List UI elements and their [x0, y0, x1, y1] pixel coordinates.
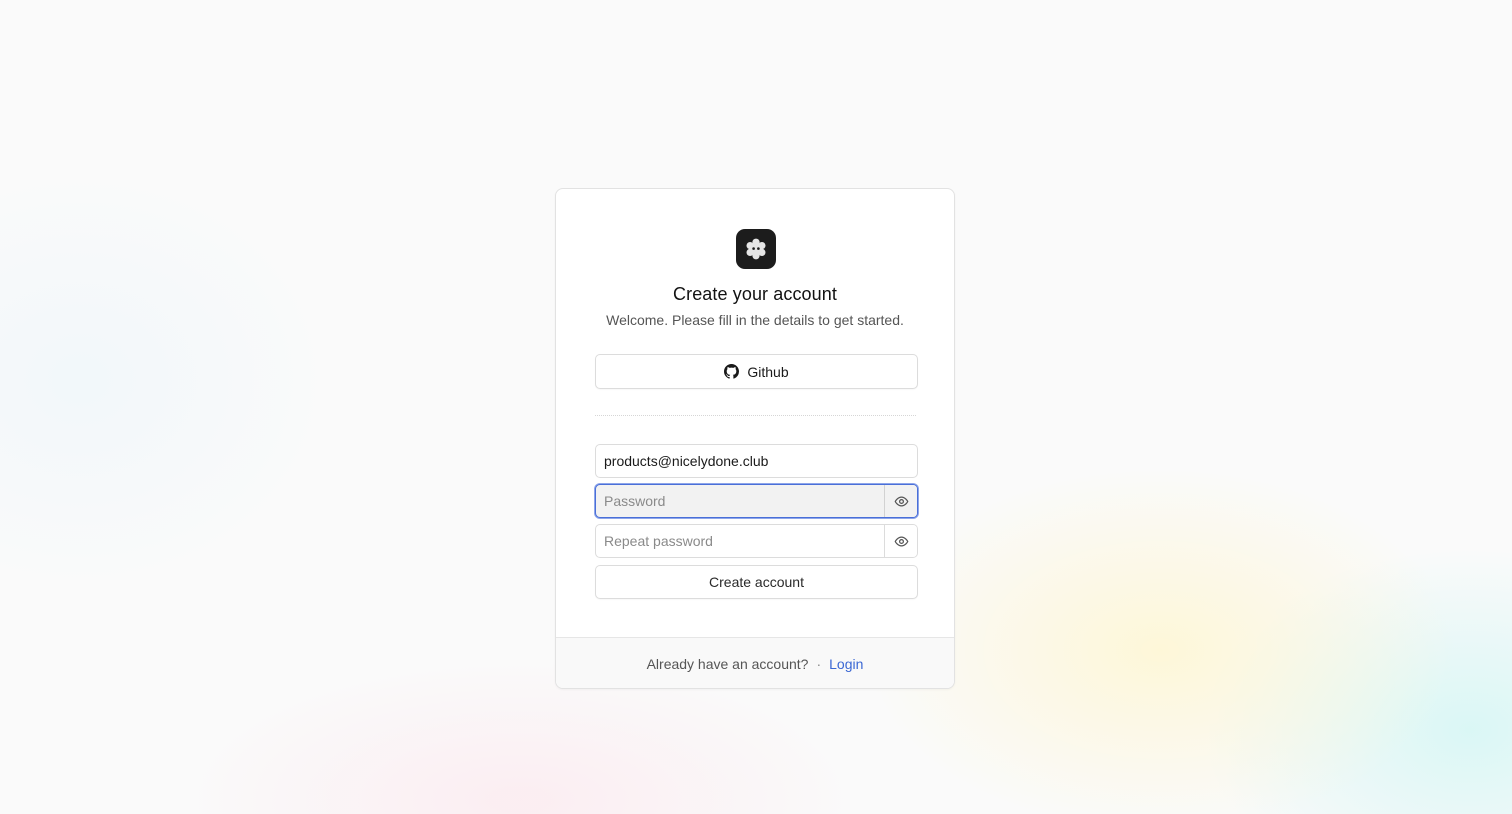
eye-icon [894, 536, 908, 546]
flower-icon [746, 238, 766, 260]
github-signin-button[interactable]: Github [595, 354, 918, 389]
repeat-password-input[interactable] [596, 525, 884, 557]
email-field[interactable] [595, 444, 918, 478]
app-logo [736, 229, 776, 269]
login-link[interactable]: Login [829, 656, 863, 672]
github-button-label: Github [747, 363, 789, 380]
divider [595, 415, 916, 416]
card-footer: Already have an account? · Login [556, 637, 954, 688]
signup-card: Create your account Welcome. Please fill… [555, 188, 955, 689]
page-title: Create your account [673, 284, 837, 304]
github-icon [724, 364, 740, 379]
page-subtitle: Welcome. Please fill in the details to g… [606, 312, 904, 328]
create-account-button[interactable]: Create account [595, 565, 918, 599]
toggle-repeat-password-visibility-button[interactable] [884, 525, 917, 557]
repeat-password-field[interactable] [595, 524, 918, 558]
email-input[interactable] [596, 445, 917, 477]
toggle-password-visibility-button[interactable] [884, 485, 917, 517]
password-input[interactable] [596, 485, 884, 517]
login-prompt: Already have an account? [646, 656, 809, 672]
eye-icon [894, 496, 908, 506]
card-body: Create your account Welcome. Please fill… [556, 189, 954, 637]
footer-separator: · [816, 656, 822, 672]
password-field[interactable] [595, 484, 918, 518]
